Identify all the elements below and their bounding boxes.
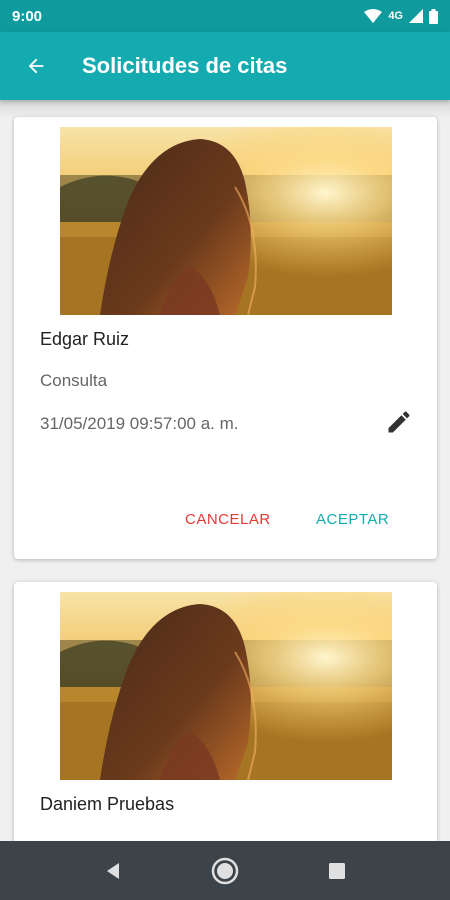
pencil-icon[interactable] [382, 405, 416, 439]
wifi-icon [364, 9, 383, 23]
appointment-datetime: 31/05/2019 09:57:00 a. m. [40, 414, 239, 433]
cancel-button[interactable]: CANCELAR [185, 511, 271, 528]
appointment-card: Daniem Pruebas [14, 582, 437, 841]
battery-icon [429, 8, 438, 24]
app-bar: Solicitudes de citas [0, 32, 450, 100]
patient-name: Edgar Ruiz [40, 329, 130, 349]
accept-button[interactable]: ACEPTAR [316, 511, 389, 528]
patient-name: Daniem Pruebas [40, 794, 175, 814]
page-title: Solicitudes de citas [82, 53, 288, 78]
patient-photo [60, 592, 392, 780]
appointment-card: Edgar Ruiz Consulta 31/05/2019 09:57:00 … [14, 117, 437, 559]
appointment-list[interactable]: Edgar Ruiz Consulta 31/05/2019 09:57:00 … [0, 100, 450, 841]
circle-home-icon[interactable] [210, 856, 240, 886]
triangle-back-icon[interactable] [98, 856, 128, 886]
patient-photo [60, 127, 392, 315]
square-recents-icon[interactable] [322, 856, 352, 886]
system-nav-bar [0, 841, 450, 900]
signal-icon [409, 9, 423, 23]
status-bar: 9:00 4G [0, 0, 450, 32]
status-icons: 4G [364, 8, 438, 24]
network-label: 4G [388, 10, 403, 22]
appointment-type: Consulta [40, 371, 108, 390]
status-time: 9:00 [12, 7, 43, 25]
arrow-back-icon[interactable] [8, 38, 64, 94]
